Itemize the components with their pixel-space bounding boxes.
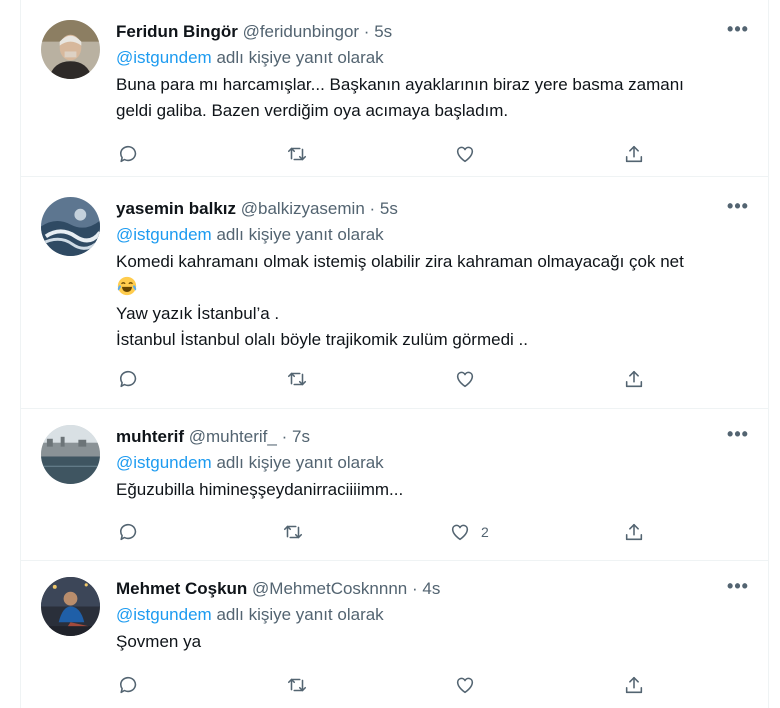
separator-dot: · [281, 427, 288, 446]
tweet-text: Buna para mı harcamışlar... Başkanın aya… [116, 72, 750, 124]
share-button[interactable] [623, 364, 645, 394]
tweet-text-line: Komedi kahramanı olmak istemiş olabilir … [116, 252, 684, 271]
tweet[interactable]: Mehmet Coşkun @MehmetCosknnnn · 4s ••• @… [21, 561, 768, 708]
reply-context: @istgundem adlı kişiye yanıt olarak [116, 44, 750, 72]
retweet-button[interactable] [282, 517, 304, 547]
timestamp[interactable]: 5s [374, 22, 392, 41]
tweet-header: muhterif @muhterif_ · 7s ••• [116, 425, 750, 449]
reply-context-label: adlı kişiye yanıt olarak [216, 48, 384, 67]
mention-link[interactable]: @istgundem [116, 453, 212, 472]
like-button[interactable]: 2 [449, 517, 489, 547]
reply-button[interactable] [118, 670, 140, 700]
display-name[interactable]: Feridun Bingör [116, 22, 238, 41]
tweet-text: Şovmen ya [116, 629, 750, 655]
display-name[interactable]: yasemin balkız [116, 199, 236, 218]
heart-icon [456, 677, 474, 694]
share-button[interactable] [623, 670, 645, 700]
tweet-text: Eğuzubilla himineşşeydanirraciiiimm... [116, 477, 750, 503]
tweet-text-line: İstanbul İstanbul olalı böyle trajikomik… [116, 330, 528, 349]
display-name[interactable]: muhterif [116, 427, 184, 446]
mention-link[interactable]: @istgundem [116, 48, 212, 67]
separator-dot: · [411, 579, 418, 598]
heart-icon [451, 524, 469, 541]
tweet-actions: 2 [116, 517, 656, 547]
tweet-text: Komedi kahramanı olmak istemiş olabilir … [116, 249, 750, 353]
tweet-text-line: Eğuzubilla himineşşeydanirraciiiimm... [116, 480, 404, 499]
avatar-photo [41, 197, 100, 256]
share-button[interactable] [623, 139, 645, 169]
like-count: 2 [481, 524, 489, 540]
retweet-icon [283, 525, 303, 539]
reply-icon [119, 676, 137, 694]
reply-context: @istgundem adlı kişiye yanıt olarak [116, 449, 750, 477]
tweet[interactable]: yasemin balkız @balkizyasemin · 5s ••• @… [21, 177, 768, 409]
more-options-icon[interactable]: ••• [726, 577, 750, 601]
avatar[interactable] [41, 197, 100, 256]
timeline: Feridun Bingör @feridunbingor · 5s ••• @… [20, 0, 769, 708]
reply-icon [119, 523, 137, 541]
display-name[interactable]: Mehmet Coşkun [116, 579, 247, 598]
avatar-photo [41, 20, 100, 79]
tweet-text-line [116, 275, 750, 301]
avatar-photo [41, 425, 100, 484]
tweet-header: yasemin balkız @balkizyasemin · 5s ••• [116, 197, 750, 221]
separator-dot: · [363, 22, 370, 41]
mention-link[interactable]: @istgundem [116, 605, 212, 624]
tweet-header: Feridun Bingör @feridunbingor · 5s ••• [116, 20, 750, 44]
reply-context-label: adlı kişiye yanıt olarak [216, 453, 384, 472]
reply-button[interactable] [118, 139, 140, 169]
reply-button[interactable] [118, 517, 140, 547]
reply-icon [119, 370, 137, 388]
user-handle[interactable]: @balkizyasemin [241, 199, 365, 218]
retweet-button[interactable] [286, 139, 308, 169]
tweet-actions [116, 139, 656, 169]
reply-context: @istgundem adlı kişiye yanıt olarak [116, 601, 750, 629]
retweet-button[interactable] [286, 364, 308, 394]
reply-context-label: adlı kişiye yanıt olarak [216, 225, 384, 244]
tweet-header: Mehmet Coşkun @MehmetCosknnnn · 4s ••• [116, 577, 750, 601]
separator-dot: · [369, 199, 376, 218]
tweet-actions [116, 364, 656, 394]
share-icon [625, 370, 643, 388]
reply-context-label: adlı kişiye yanıt olarak [216, 605, 384, 624]
like-button[interactable] [454, 139, 486, 169]
heart-icon [456, 146, 474, 163]
tweet-text-line: geldi galiba. Bazen verdiğim oya acımaya… [116, 101, 509, 120]
tweet[interactable]: Feridun Bingör @feridunbingor · 5s ••• @… [21, 0, 768, 177]
user-handle[interactable]: @MehmetCosknnnn [252, 579, 407, 598]
share-icon [625, 523, 643, 541]
user-handle[interactable]: @muhterif_ [189, 427, 277, 446]
retweet-button[interactable] [286, 670, 308, 700]
more-options-icon[interactable]: ••• [726, 425, 750, 449]
reply-icon [119, 145, 137, 163]
avatar[interactable] [41, 577, 100, 636]
share-icon [625, 676, 643, 694]
retweet-icon [287, 678, 307, 692]
tweet-text-line: Buna para mı harcamışlar... Başkanın aya… [116, 75, 684, 94]
retweet-icon [287, 372, 307, 386]
mention-link[interactable]: @istgundem [116, 225, 212, 244]
tweet-text-line: Yaw yazık İstanbul’a . [116, 304, 280, 323]
reply-button[interactable] [118, 364, 140, 394]
timestamp[interactable]: 5s [380, 199, 398, 218]
heart-icon [456, 371, 474, 388]
timestamp[interactable]: 7s [292, 427, 310, 446]
tweet[interactable]: muhterif @muhterif_ · 7s ••• @istgundem … [21, 409, 768, 561]
like-button[interactable] [454, 670, 486, 700]
share-button[interactable] [623, 517, 645, 547]
face-with-tears-of-joy-emoji [117, 276, 137, 296]
like-button[interactable] [454, 364, 486, 394]
tweet-actions [116, 670, 656, 700]
avatar-photo [41, 577, 100, 636]
avatar[interactable] [41, 20, 100, 79]
user-handle[interactable]: @feridunbingor [243, 22, 360, 41]
tweet-text-line: Şovmen ya [116, 632, 202, 651]
reply-context: @istgundem adlı kişiye yanıt olarak [116, 221, 750, 249]
retweet-icon [287, 147, 307, 161]
more-options-icon[interactable]: ••• [726, 197, 750, 221]
timestamp[interactable]: 4s [422, 579, 440, 598]
more-options-icon[interactable]: ••• [726, 20, 750, 44]
share-icon [625, 145, 643, 163]
avatar[interactable] [41, 425, 100, 484]
